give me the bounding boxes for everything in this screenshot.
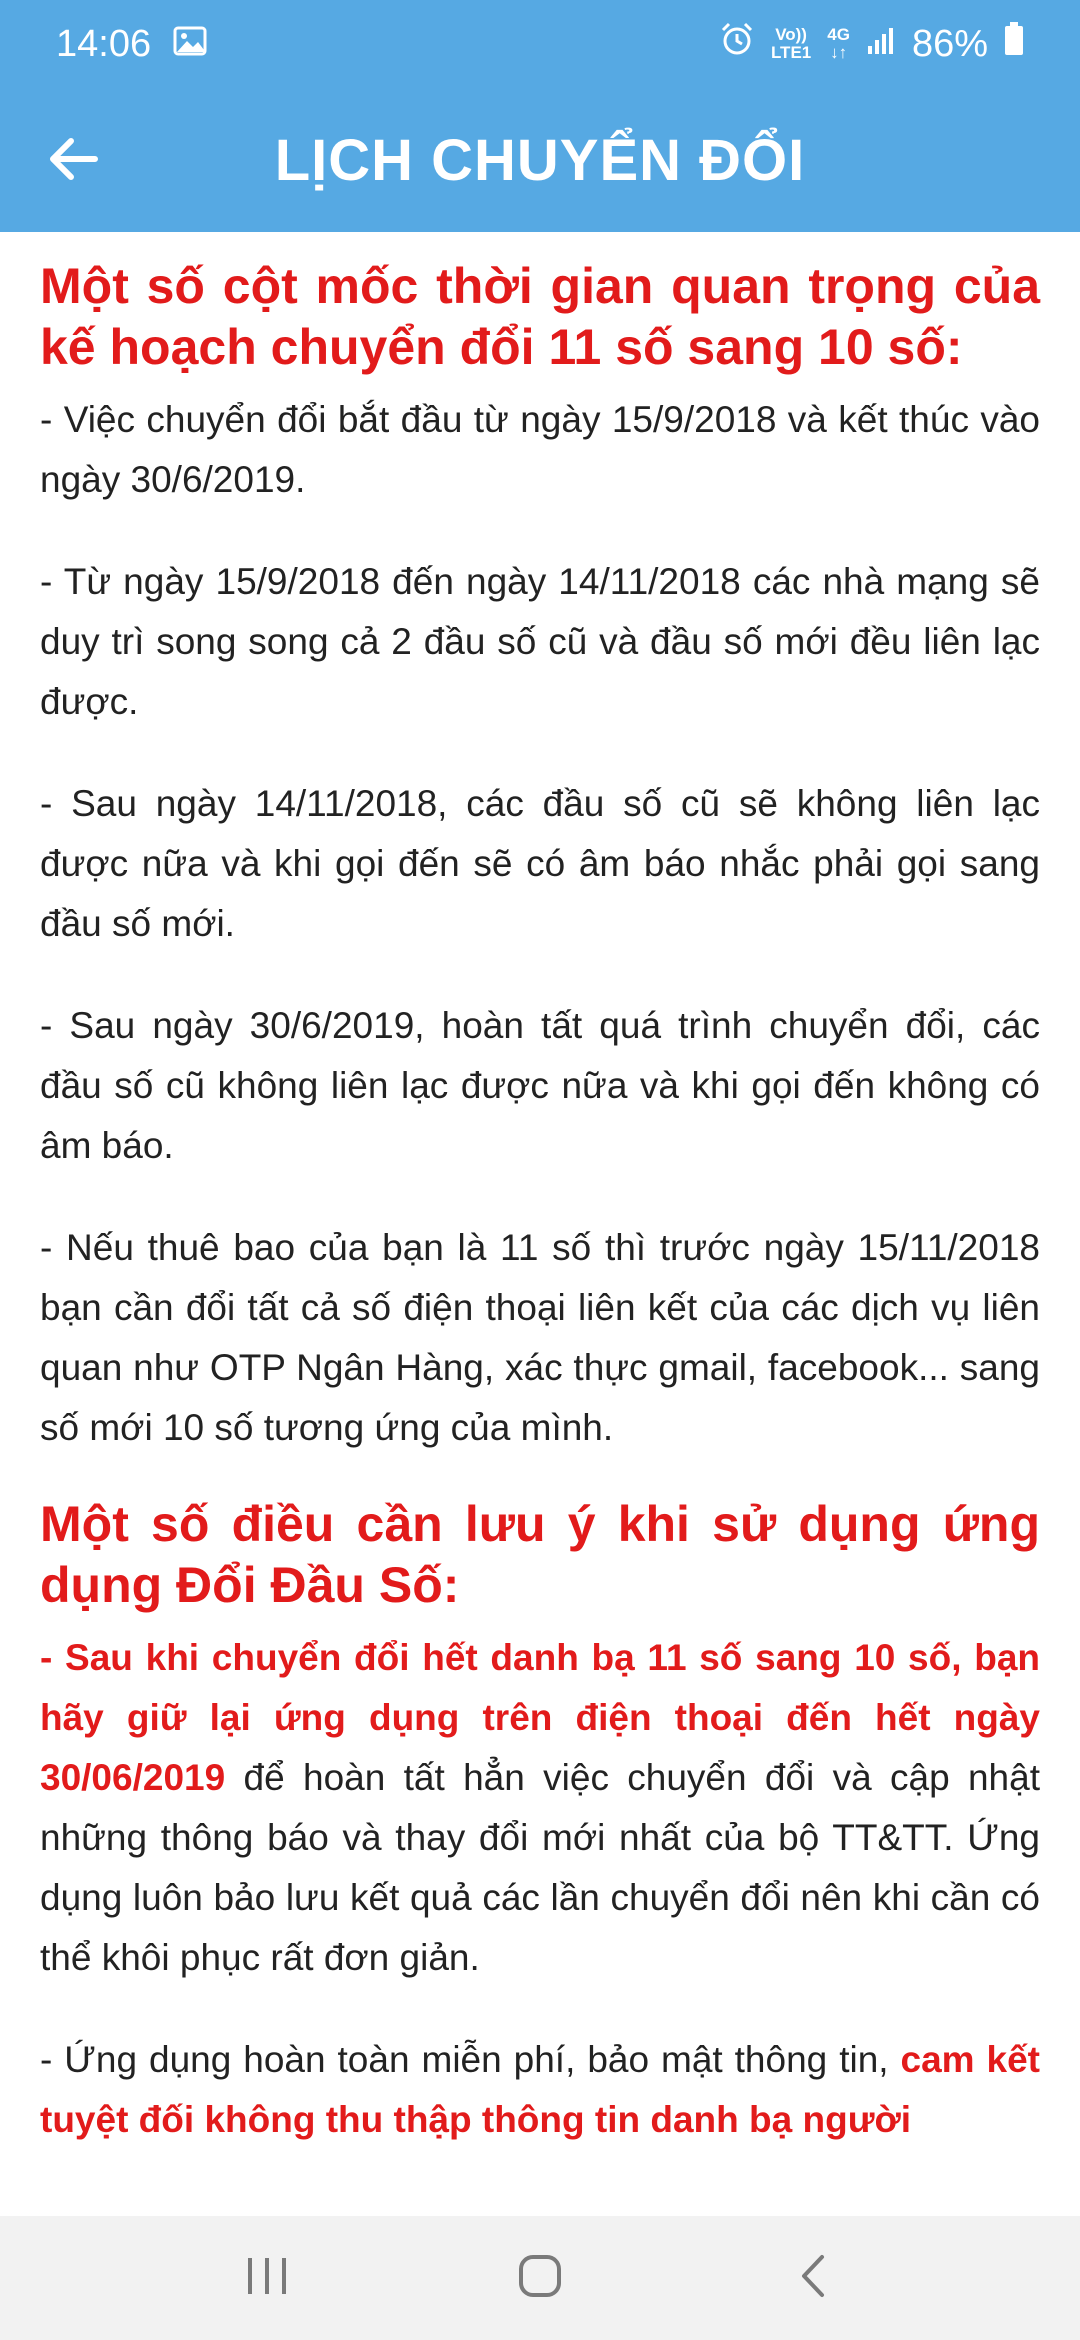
milestone-paragraph-4: - Sau ngày 30/6/2019, hoàn tất quá trình… (40, 1005, 1040, 1166)
recent-apps-icon (245, 2256, 289, 2301)
volte-top: Vo)) (775, 25, 807, 44)
note-paragraph-2: - Ứng dụng hoàn toàn miễn phí, bảo mật t… (40, 2030, 1040, 2150)
note-1-dash: - (40, 1637, 66, 1678)
volte-indicator: Vo)) LTE1 (771, 26, 811, 62)
milestone-paragraph-1: - Việc chuyển đổi bắt đầu từ ngày 15/9/2… (40, 399, 1040, 500)
back-button[interactable] (40, 128, 106, 194)
alarm-icon (719, 21, 755, 67)
milestone-paragraph-5: - Nếu thuê bao của bạn là 11 số thì trướ… (40, 1227, 1040, 1448)
network-indicator: 4G ↓↑ (827, 26, 850, 62)
app-bar: LỊCH CHUYỂN ĐỔI (0, 88, 1080, 232)
notes-heading: Một số điều cần lưu ý khi sử dụng ứng dụ… (40, 1496, 1040, 1613)
milestone-paragraph-3: - Sau ngày 14/11/2018, các đầu số cũ sẽ … (40, 783, 1040, 944)
content-scroll-area[interactable]: Một số cột mốc thời gian quan trọng của … (0, 232, 1080, 2216)
battery-icon (1004, 22, 1024, 66)
arrow-left-icon (47, 137, 99, 186)
system-nav-bar (0, 2216, 1080, 2340)
status-bar: 14:06 Vo)) LTE1 4G ↓↑ 86% (0, 0, 1080, 88)
milestone-paragraph-2: - Từ ngày 15/9/2018 đến ngày 14/11/2018 … (40, 561, 1040, 722)
battery-percent: 86% (911, 22, 988, 65)
chevron-left-icon (798, 2253, 828, 2304)
status-time: 14:06 (56, 22, 152, 65)
image-notification-icon (173, 23, 207, 66)
signal-icon (866, 23, 896, 66)
volte-bottom: LTE1 (770, 43, 812, 62)
status-left: 14:06 (56, 23, 207, 66)
home-button[interactable] (500, 2238, 580, 2318)
page-title: LỊCH CHUYỂN ĐỔI (274, 127, 806, 193)
data-arrows-icon: ↓↑ (830, 43, 848, 62)
status-right: Vo)) LTE1 4G ↓↑ 86% (719, 21, 1024, 67)
network-type: 4G (827, 25, 850, 44)
back-nav-button[interactable] (773, 2238, 853, 2318)
milestones-heading: Một số cột mốc thời gian quan trọng của … (40, 258, 1040, 375)
note-paragraph-1: - Sau khi chuyển đổi hết danh bạ 11 số s… (40, 1628, 1040, 1988)
recent-apps-button[interactable] (227, 2238, 307, 2318)
home-icon (517, 2253, 563, 2304)
note-2-text: - Ứng dụng hoàn toàn miễn phí, bảo mật t… (40, 2039, 901, 2080)
